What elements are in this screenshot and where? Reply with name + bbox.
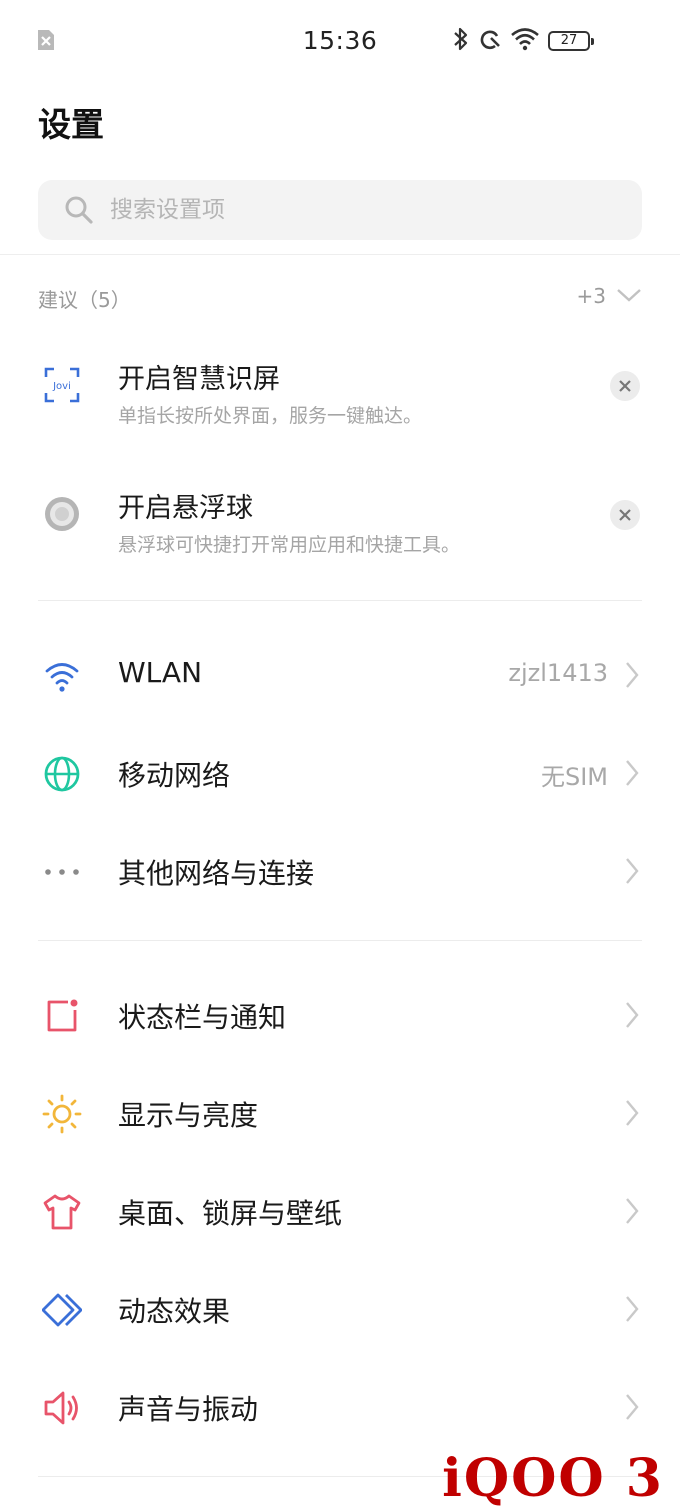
search-bar[interactable] (38, 180, 642, 240)
section-divider (38, 940, 642, 941)
header-divider (0, 254, 680, 255)
jovi-icon: Jovi (44, 367, 80, 403)
battery-icon: 27 (548, 31, 594, 51)
chevron-right-icon (624, 1000, 640, 1030)
suggestions-more-count: +3 (576, 284, 606, 308)
device-watermark: iQOO 3 (442, 1448, 664, 1509)
wifi-icon (510, 27, 540, 55)
chevron-right-icon (624, 1196, 640, 1226)
status-bar: 15:36 27 (0, 0, 680, 80)
row-value: 无SIM (540, 763, 608, 791)
settings-row-wallpaper[interactable]: 桌面、锁屏与壁纸 (0, 1162, 680, 1258)
suggestion-title: 开启悬浮球 (118, 493, 253, 524)
suggestion-title: 开启智慧识屏 (118, 364, 280, 395)
chevron-right-icon (624, 856, 640, 886)
settings-row-status-bar[interactable]: 状态栏与通知 (0, 966, 680, 1062)
row-label: 显示与亮度 (118, 1099, 259, 1132)
chevron-down-icon (616, 284, 642, 308)
suggestion-subtitle: 悬浮球可快捷打开常用应用和快捷工具。 (118, 534, 461, 556)
chevron-right-icon (624, 1098, 640, 1128)
search-icon (64, 195, 94, 225)
suggestion-smart-screen[interactable]: Jovi 开启智慧识屏 单指长按所处界面，服务一键触达。 (0, 343, 680, 443)
row-label: 移动网络 (118, 759, 231, 792)
suggestions-title: 建议（5） (38, 288, 131, 312)
row-label: WLAN (118, 656, 203, 689)
chevron-right-icon (624, 758, 640, 788)
notification-icon (42, 996, 82, 1036)
section-divider (38, 600, 642, 601)
chevron-right-icon (624, 1392, 640, 1422)
suggestions-header: 建议（5） +3 (38, 284, 642, 314)
close-icon[interactable] (610, 371, 640, 401)
do-not-disturb-icon (478, 27, 502, 55)
row-value: zjzl1413 (508, 659, 608, 687)
settings-row-wlan[interactable]: WLAN zjzl1413 (0, 626, 680, 722)
page-title: 设置 (38, 105, 104, 144)
settings-row-display[interactable]: 显示与亮度 (0, 1064, 680, 1160)
search-input[interactable] (108, 196, 592, 224)
wifi-icon (42, 656, 82, 696)
row-label: 状态栏与通知 (118, 1001, 287, 1034)
row-label: 声音与振动 (118, 1393, 259, 1426)
bluetooth-icon (452, 26, 470, 56)
row-label: 动态效果 (118, 1295, 231, 1328)
diamond-icon (41, 1290, 83, 1330)
floating-ball-icon (44, 496, 80, 532)
svg-text:Jovi: Jovi (52, 381, 71, 392)
settings-row-other-networks[interactable]: 其他网络与连接 (0, 822, 680, 918)
sun-icon (42, 1094, 82, 1134)
tshirt-icon (42, 1192, 82, 1232)
row-label: 桌面、锁屏与壁纸 (118, 1197, 343, 1230)
more-dots-icon (42, 852, 82, 892)
suggestion-subtitle: 单指长按所处界面，服务一键触达。 (118, 405, 423, 427)
chevron-right-icon (624, 660, 640, 690)
close-icon[interactable] (610, 500, 640, 530)
speaker-icon (42, 1388, 82, 1428)
suggestions-expand[interactable]: +3 (577, 284, 642, 308)
settings-row-sound[interactable]: 声音与振动 (0, 1358, 680, 1454)
row-label: 其他网络与连接 (118, 857, 315, 890)
settings-row-mobile-network[interactable]: 移动网络 无SIM (0, 724, 680, 820)
suggestion-floating-ball[interactable]: 开启悬浮球 悬浮球可快捷打开常用应用和快捷工具。 (0, 472, 680, 572)
chevron-right-icon (624, 1294, 640, 1324)
globe-icon (42, 754, 82, 794)
settings-row-animations[interactable]: 动态效果 (0, 1260, 680, 1356)
